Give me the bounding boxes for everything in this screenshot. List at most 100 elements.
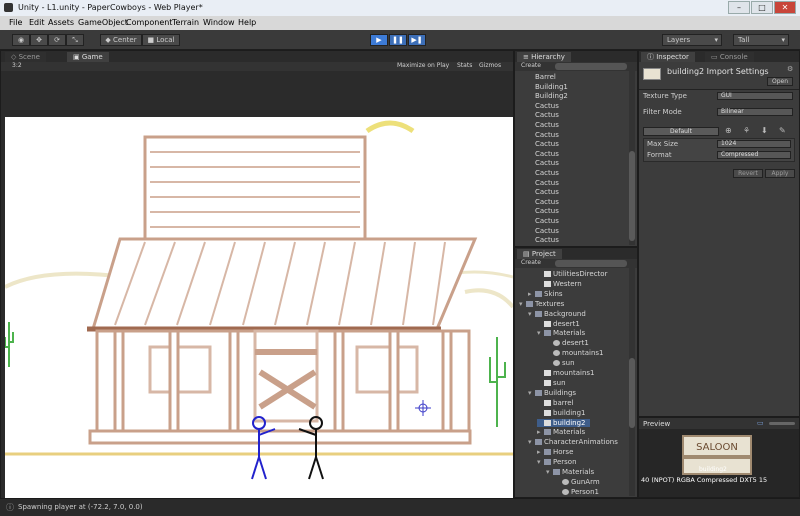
collapsed-triangle-icon[interactable]: ▸ <box>528 290 535 298</box>
project-item[interactable]: ▾ Textures <box>519 300 568 308</box>
project-scroll-thumb[interactable] <box>629 358 635 428</box>
menu-component[interactable]: Component <box>126 18 172 27</box>
hierarchy-scroll-thumb[interactable] <box>629 151 635 241</box>
project-item[interactable]: sun <box>546 359 579 367</box>
hierarchy-search-input[interactable] <box>555 63 627 70</box>
expanded-triangle-icon[interactable]: ▾ <box>528 389 535 397</box>
tab-console[interactable]: ▭ Console <box>705 52 754 62</box>
layers-dropdown[interactable]: Layers ▾ <box>662 34 722 46</box>
menu-assets[interactable]: Assets <box>48 18 74 27</box>
scale-tool-button[interactable]: ⤡ <box>66 34 84 46</box>
play-button[interactable]: ▶ <box>370 34 388 46</box>
menu-gameobject[interactable]: GameObject <box>78 18 128 27</box>
expanded-triangle-icon[interactable]: ▾ <box>546 468 553 476</box>
pause-button[interactable]: ❚❚ <box>389 34 407 46</box>
project-scrollbar[interactable] <box>629 268 635 496</box>
max-size-dropdown[interactable]: 1024 <box>717 140 791 148</box>
project-item[interactable]: building1 <box>537 409 590 417</box>
mip-slider[interactable] <box>769 422 795 425</box>
project-item[interactable]: desert1 <box>537 320 584 328</box>
move-tool-button[interactable]: ✥ <box>30 34 48 46</box>
project-item[interactable]: ▸ Skins <box>528 290 567 298</box>
expanded-triangle-icon[interactable]: ▾ <box>528 310 535 318</box>
tab-inspector[interactable]: ⓘ Inspector <box>641 52 695 62</box>
project-item[interactable]: sun <box>537 379 570 387</box>
apply-button[interactable]: Apply <box>765 169 795 178</box>
hand-tool-button[interactable]: ◉ <box>12 34 30 46</box>
project-item[interactable]: mountains1 <box>546 349 608 357</box>
project-item[interactable]: Western <box>537 280 586 288</box>
download-platform-icon[interactable]: ⬇ <box>761 126 768 135</box>
tab-scene[interactable]: ◇ Scene <box>5 52 46 62</box>
hierarchy-item[interactable]: Barrel <box>535 73 556 81</box>
hierarchy-item[interactable]: Cactus <box>535 188 559 196</box>
hierarchy-item[interactable]: Cactus <box>535 150 559 158</box>
tab-game[interactable]: ▣ Game <box>67 52 109 62</box>
rotate-tool-button[interactable]: ⟳ <box>48 34 66 46</box>
filter-mode-dropdown[interactable]: Bilinear <box>717 108 793 116</box>
hierarchy-item[interactable]: Cactus <box>535 111 559 119</box>
menu-edit[interactable]: Edit <box>29 18 45 27</box>
project-item[interactable]: ▾ Materials <box>537 329 589 337</box>
expanded-triangle-icon[interactable]: ▾ <box>537 458 544 466</box>
format-dropdown[interactable]: Compressed <box>717 151 791 159</box>
gizmos-dropdown[interactable]: Gizmos <box>479 62 501 69</box>
web-platform-icon[interactable]: ⊕ <box>725 126 732 135</box>
hierarchy-item[interactable]: Cactus <box>535 159 559 167</box>
pivot-center-button[interactable]: ◆ Center <box>100 34 142 46</box>
aspect-dropdown[interactable]: 3:2 <box>12 62 22 69</box>
expanded-triangle-icon[interactable]: ▾ <box>528 438 535 446</box>
project-item[interactable]: building2 <box>537 418 590 427</box>
menu-help[interactable]: Help <box>238 18 256 27</box>
project-item[interactable]: ▾ Buildings <box>528 389 580 397</box>
project-item[interactable]: GunArm <box>555 478 604 486</box>
project-item[interactable]: ▾ Materials <box>546 468 598 476</box>
hierarchy-item[interactable]: Building1 <box>535 83 568 91</box>
hierarchy-item[interactable]: Cactus <box>535 131 559 139</box>
hierarchy-item[interactable]: Cactus <box>535 102 559 110</box>
hierarchy-item[interactable]: Cactus <box>535 169 559 177</box>
collapsed-triangle-icon[interactable]: ▸ <box>537 428 544 436</box>
hierarchy-item[interactable]: Cactus <box>535 121 559 129</box>
texture-type-dropdown[interactable]: GUI <box>717 92 793 100</box>
minimize-button[interactable]: – <box>728 1 750 14</box>
project-item[interactable]: Person1 <box>555 488 603 496</box>
hierarchy-item[interactable]: Building2 <box>535 92 568 100</box>
menu-file[interactable]: File <box>9 18 22 27</box>
stats-toggle[interactable]: Stats <box>457 62 472 69</box>
project-item[interactable]: mountains1 <box>537 369 599 377</box>
open-button[interactable]: Open <box>767 77 793 86</box>
step-button[interactable]: ▶❚ <box>408 34 426 46</box>
hierarchy-create-button[interactable]: Create <box>521 62 541 69</box>
platform-default-tab[interactable]: Default <box>643 127 719 136</box>
hierarchy-scrollbar[interactable] <box>629 71 635 245</box>
close-button[interactable]: ✕ <box>774 1 796 14</box>
project-item[interactable]: ▾ Background <box>528 310 590 318</box>
project-item[interactable]: barrel <box>537 399 577 407</box>
project-item[interactable]: ▾ Person <box>537 458 581 466</box>
collapsed-triangle-icon[interactable]: ▸ <box>537 448 544 456</box>
standalone-platform-icon[interactable]: ⚘ <box>743 126 750 135</box>
edit-platform-icon[interactable]: ✎ <box>779 126 786 135</box>
maximize-button[interactable]: □ <box>751 1 773 14</box>
channel-rgb-icon[interactable]: ▭ <box>757 419 764 427</box>
hierarchy-item[interactable]: Cactus <box>535 207 559 215</box>
maximize-on-play-toggle[interactable]: Maximize on Play <box>397 62 449 69</box>
hierarchy-item[interactable]: Cactus <box>535 227 559 235</box>
menu-window[interactable]: Window <box>203 18 235 27</box>
settings-gear-icon[interactable]: ⚙ <box>787 65 793 73</box>
pivot-local-button[interactable]: ■ Local <box>142 34 180 46</box>
hierarchy-item[interactable]: Cactus <box>535 179 559 187</box>
project-item[interactable]: ▾ CharacterAnimations <box>528 438 622 446</box>
expanded-triangle-icon[interactable]: ▾ <box>519 300 526 308</box>
project-search-input[interactable] <box>555 260 627 267</box>
menu-terrain[interactable]: Terrain <box>172 18 199 27</box>
hierarchy-item[interactable]: Cactus <box>535 140 559 148</box>
revert-button[interactable]: Revert <box>733 169 763 178</box>
project-create-button[interactable]: Create <box>521 259 541 266</box>
hierarchy-item[interactable]: Cactus <box>535 198 559 206</box>
project-item[interactable]: desert1 <box>546 339 593 347</box>
project-item[interactable]: ▸ Horse <box>537 448 577 456</box>
expanded-triangle-icon[interactable]: ▾ <box>537 329 544 337</box>
hierarchy-item[interactable]: Cactus <box>535 217 559 225</box>
